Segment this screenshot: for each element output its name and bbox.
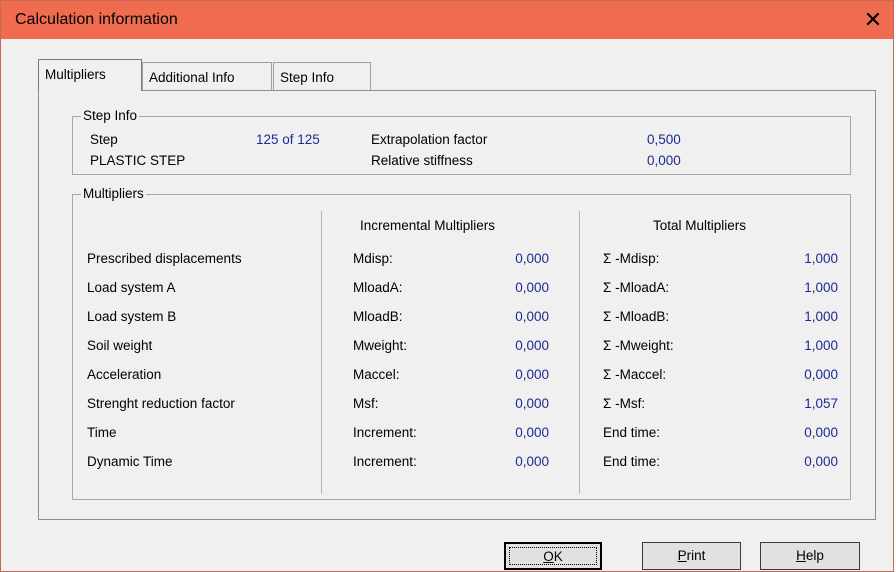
total-value: 1,000 <box>804 251 838 266</box>
column-divider <box>321 211 322 494</box>
step-type: PLASTIC STEP <box>90 153 186 168</box>
row-name: Dynamic Time <box>87 454 173 469</box>
incremental-value: 0,000 <box>515 367 549 382</box>
total-value: 1,057 <box>804 396 838 411</box>
step-value: 125 of 125 <box>256 132 320 147</box>
row-name: Load system A <box>87 280 176 295</box>
incremental-label: MloadB: <box>353 309 403 324</box>
total-value: 1,000 <box>804 309 838 324</box>
step-label: Step <box>90 132 118 147</box>
total-value: 0,000 <box>804 367 838 382</box>
incremental-value: 0,000 <box>515 251 549 266</box>
row-name: Load system B <box>87 309 177 324</box>
ok-button-focus: OK <box>509 547 597 565</box>
incremental-value: 0,000 <box>515 454 549 469</box>
tab-multipliers[interactable]: Multipliers <box>38 59 142 91</box>
incremental-label: Mweight: <box>353 338 408 353</box>
incremental-value: 0,000 <box>515 280 549 295</box>
relative-stiffness-label: Relative stiffness <box>371 153 473 168</box>
title-bar[interactable]: Calculation information ✕ <box>1 1 893 39</box>
incremental-value: 0,000 <box>515 396 549 411</box>
multipliers-legend: Multipliers <box>81 186 146 202</box>
tab-additional-info[interactable]: Additional Info <box>142 62 272 90</box>
incremental-label: MloadA: <box>353 280 403 295</box>
total-value: 0,000 <box>804 454 838 469</box>
total-value: 1,000 <box>804 280 838 295</box>
relative-stiffness-value: 0,000 <box>647 153 681 168</box>
incremental-value: 0,000 <box>515 309 549 324</box>
total-label: Σ -MloadB: <box>603 309 670 324</box>
step-info-group: Step Info Step 125 of 125 PLASTIC STEP E… <box>72 108 851 175</box>
total-label: Σ -Maccel: <box>603 367 667 382</box>
incremental-label: Increment: <box>353 454 417 469</box>
incremental-multipliers-header: Incremental Multipliers <box>360 218 496 233</box>
calculation-info-dialog: Calculation information ✕ Multipliers Ad… <box>0 0 894 572</box>
step-info-legend: Step Info <box>81 108 140 124</box>
close-icon[interactable]: ✕ <box>859 7 887 33</box>
column-divider <box>579 211 580 494</box>
multipliers-group: Multipliers Incremental Multipliers Tota… <box>72 186 851 500</box>
row-name: Prescribed displacements <box>87 251 242 266</box>
incremental-label: Msf: <box>353 396 379 411</box>
total-value: 1,000 <box>804 338 838 353</box>
total-multipliers-header: Total Multipliers <box>653 218 747 233</box>
total-label: End time: <box>603 425 661 440</box>
row-name: Acceleration <box>87 367 162 382</box>
row-name: Time <box>87 425 117 440</box>
incremental-label: Maccel: <box>353 367 400 382</box>
total-label: Σ -MloadA: <box>603 280 670 295</box>
extrapolation-factor-value: 0,500 <box>647 132 681 147</box>
row-name: Soil weight <box>87 338 153 353</box>
total-label: Σ -Mweight: <box>603 338 674 353</box>
total-value: 0,000 <box>804 425 838 440</box>
incremental-label: Increment: <box>353 425 417 440</box>
total-label: Σ -Msf: <box>603 396 646 411</box>
window-title: Calculation information <box>15 11 178 28</box>
extrapolation-factor-label: Extrapolation factor <box>371 132 488 147</box>
tab-step-info[interactable]: Step Info <box>273 62 371 90</box>
row-name: Strenght reduction factor <box>87 396 235 411</box>
print-button[interactable]: Print <box>642 542 741 570</box>
help-button[interactable]: Help <box>760 542 860 570</box>
incremental-value: 0,000 <box>515 338 549 353</box>
incremental-label: Mdisp: <box>353 251 393 266</box>
ok-button[interactable]: OK <box>504 542 602 570</box>
total-label: End time: <box>603 454 661 469</box>
incremental-value: 0,000 <box>515 425 549 440</box>
tab-panel-multipliers: Step Info Step 125 of 125 PLASTIC STEP E… <box>38 90 876 520</box>
total-label: Σ -Mdisp: <box>603 251 660 266</box>
